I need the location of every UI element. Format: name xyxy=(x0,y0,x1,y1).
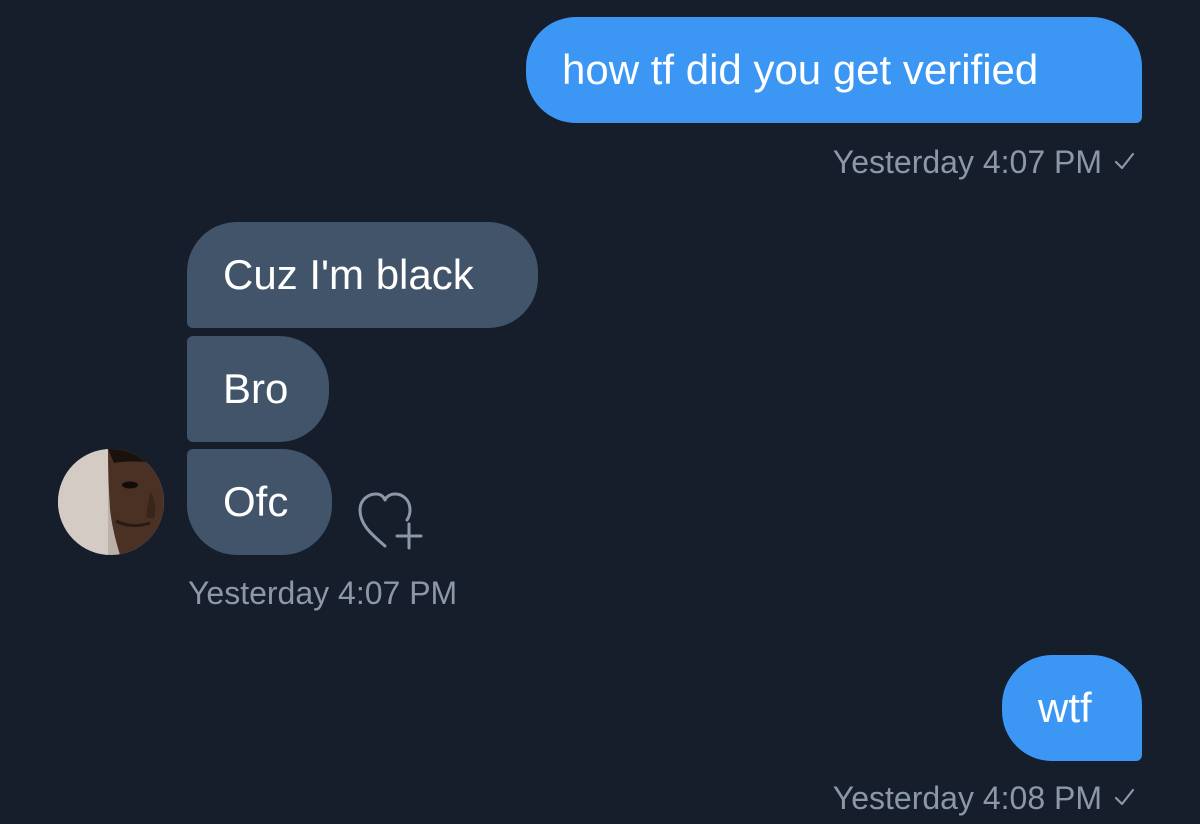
message-text: Cuz I'm black xyxy=(223,251,474,298)
message-text: Ofc xyxy=(223,478,289,525)
heart-plus-icon[interactable] xyxy=(354,488,428,552)
message-timestamp: Yesterday 4:08 PM xyxy=(833,778,1136,818)
message-bubble-received[interactable]: Bro xyxy=(187,336,329,442)
message-thread: how tf did you get verified Yesterday 4:… xyxy=(0,0,1200,824)
message-text: Bro xyxy=(223,365,289,412)
message-text: wtf xyxy=(1038,684,1092,731)
user-avatar[interactable] xyxy=(58,449,164,555)
checkmark-icon xyxy=(1112,144,1136,181)
checkmark-icon xyxy=(1112,780,1136,817)
message-timestamp: Yesterday 4:07 PM xyxy=(833,142,1136,182)
message-text: how tf did you get verified xyxy=(562,46,1039,93)
message-bubble-received[interactable]: Cuz I'm black xyxy=(187,222,538,328)
message-bubble-received[interactable]: Ofc xyxy=(187,449,332,555)
message-bubble-sent[interactable]: wtf xyxy=(1002,655,1142,761)
message-timestamp: Yesterday 4:07 PM xyxy=(188,574,458,611)
message-bubble-sent[interactable]: how tf did you get verified xyxy=(526,17,1142,123)
